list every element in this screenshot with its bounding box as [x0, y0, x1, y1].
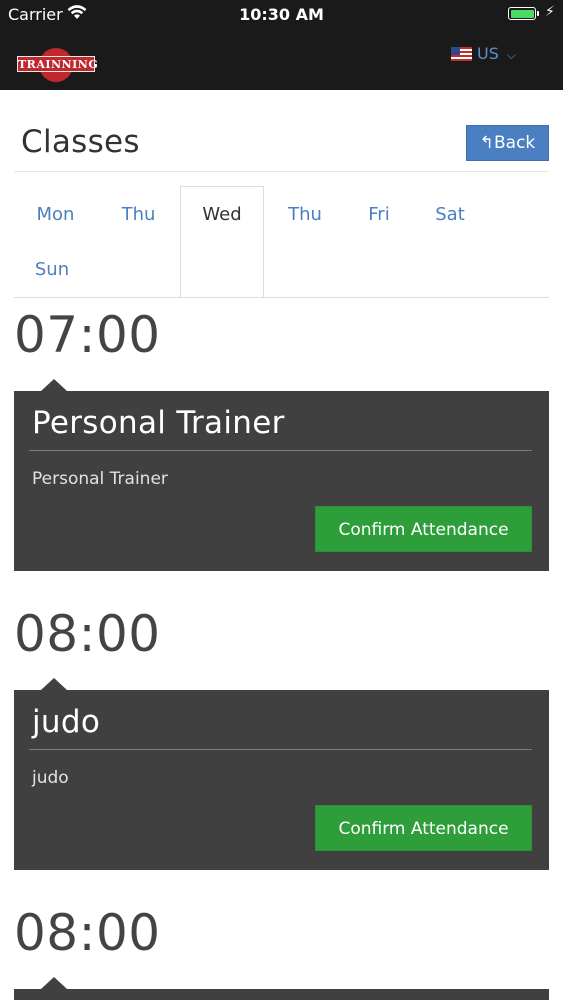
- us-flag-icon: [451, 47, 472, 61]
- card-divider: [29, 749, 532, 750]
- card-pointer: [41, 678, 67, 690]
- card-pointer: [41, 379, 67, 391]
- confirm-attendance-button[interactable]: Confirm Attendance: [315, 805, 532, 851]
- language-selector[interactable]: US ⌵: [451, 44, 516, 63]
- nav-bar: TRAINNING US ⌵: [0, 30, 563, 90]
- battery-tip: [537, 11, 539, 16]
- charging-bolt-icon: ⚡: [545, 4, 555, 20]
- back-button[interactable]: ↰Back: [466, 125, 549, 161]
- battery-level: [510, 9, 534, 18]
- tab-fri[interactable]: Fri: [346, 187, 412, 243]
- class-time: 08:00: [14, 904, 161, 962]
- class-time: 07:00: [14, 306, 161, 364]
- header-divider: [14, 171, 549, 172]
- clock: 10:30 AM: [239, 5, 324, 24]
- tab-thu-2[interactable]: Thu: [264, 187, 346, 243]
- page-title: Classes: [21, 124, 140, 160]
- chevron-down-icon: ⌵: [506, 48, 516, 62]
- battery-icon: [508, 7, 536, 20]
- class-description: Personal Trainer: [32, 469, 168, 489]
- tab-sat[interactable]: Sat: [412, 187, 488, 243]
- confirm-attendance-button[interactable]: Confirm Attendance: [315, 506, 532, 552]
- class-title: Personal Trainer: [32, 405, 285, 441]
- class-description: judo: [32, 768, 69, 788]
- class-card: Personal Trainer Personal Trainer Confir…: [14, 379, 549, 571]
- class-card: [14, 977, 549, 1000]
- tab-wed[interactable]: Wed: [180, 186, 264, 298]
- class-time: 08:00: [14, 605, 161, 663]
- tab-mon[interactable]: Mon: [14, 187, 97, 243]
- tab-thu[interactable]: Thu: [97, 187, 180, 243]
- app-logo[interactable]: TRAINNING: [17, 48, 99, 82]
- card-pointer: [41, 977, 67, 989]
- status-bar: Carrier 10:30 AM ⚡: [0, 0, 563, 30]
- logo-text: TRAINNING: [17, 56, 99, 72]
- tabs-divider: [14, 297, 549, 298]
- language-label: US: [477, 44, 499, 63]
- back-label: Back: [493, 133, 536, 153]
- class-card: judo judo Confirm Attendance: [14, 678, 549, 870]
- reply-arrow-icon: ↰: [479, 133, 494, 153]
- class-title: judo: [32, 704, 101, 740]
- tab-sun[interactable]: Sun: [14, 242, 90, 298]
- card-divider: [29, 450, 532, 451]
